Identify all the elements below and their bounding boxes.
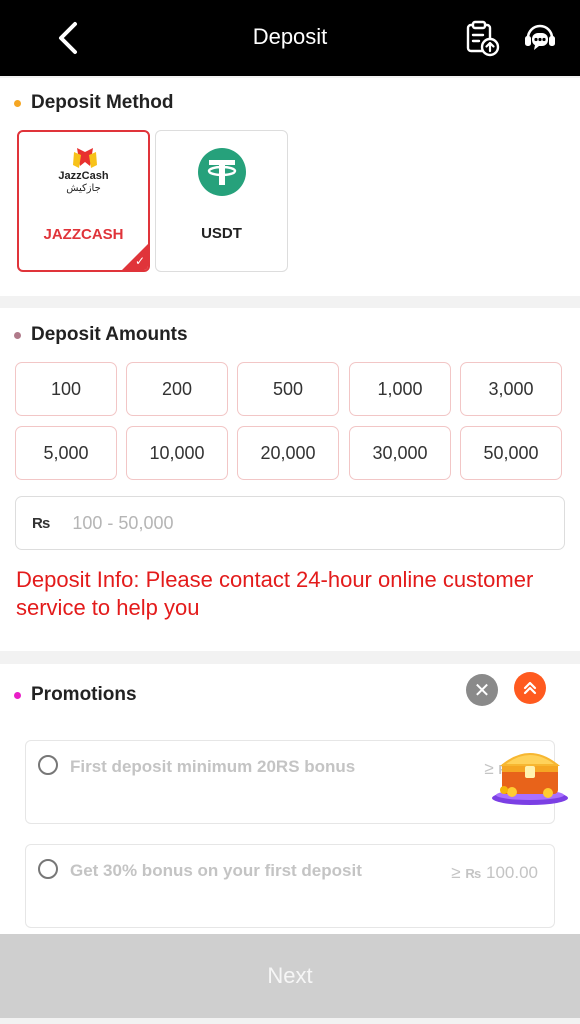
close-icon: ✕ <box>473 679 491 702</box>
deposit-amounts-section: Deposit Amounts 100 200 500 1,000 3,000 … <box>0 308 580 651</box>
customer-service-button[interactable] <box>520 18 560 58</box>
currency-symbol: ₨ <box>465 866 482 881</box>
bottom-strip <box>0 1018 580 1024</box>
bullet-dot <box>14 691 21 699</box>
method-name: JAZZCASH <box>43 226 124 243</box>
promotion-label: First deposit minimum 20RS bonus <box>70 757 356 776</box>
amount-option[interactable]: 50,000 <box>460 426 562 480</box>
next-button[interactable]: Next <box>0 934 580 1018</box>
double-chevron-up-icon <box>523 681 537 695</box>
clipboard-upload-icon <box>466 20 500 57</box>
promotion-item[interactable]: Get 30% bonus on your first deposit ≥ ₨ … <box>25 844 555 928</box>
amount-option[interactable]: 30,000 <box>349 426 451 480</box>
method-jazzcash[interactable]: JazzCash جازکیش JAZZCASH ✓ <box>17 130 150 272</box>
currency-symbol: ₨ <box>32 514 51 532</box>
promotion-label: Get 30% bonus on your first deposit <box>70 861 362 880</box>
section-title: Promotions <box>14 684 137 706</box>
headset-chat-icon <box>525 24 555 50</box>
method-usdt[interactable]: USDT <box>155 130 288 272</box>
deposit-method-section: Deposit Method JazzCash جازکیش JAZZCASH … <box>0 78 580 296</box>
method-title: Deposit Method <box>31 92 174 113</box>
amount-option[interactable]: 5,000 <box>15 426 117 480</box>
promotion-item[interactable]: First deposit minimum 20RS bonus ≥ ₨ 10 <box>25 740 555 824</box>
jazzcash-logo-subtext: جازکیش <box>66 183 101 194</box>
amounts-title: Deposit Amounts <box>31 324 188 345</box>
amount-option[interactable]: 100 <box>15 362 117 416</box>
method-name: USDT <box>201 225 242 242</box>
radio-button[interactable] <box>38 859 58 879</box>
min-value: 100.00 <box>486 863 538 882</box>
deposit-info-text: Deposit Info: Please contact 24-hour onl… <box>16 567 534 620</box>
amount-option[interactable]: 3,000 <box>460 362 562 416</box>
scroll-top-button[interactable] <box>514 672 546 704</box>
bullet-dot <box>14 99 21 107</box>
amount-option[interactable]: 20,000 <box>237 426 339 480</box>
amount-input[interactable] <box>72 512 513 534</box>
promotion-minimum: ≥ ₨ 100.00 <box>451 863 538 883</box>
promotions-section: Promotions ✕ First deposit minimum 20RS … <box>0 664 580 934</box>
amount-option[interactable]: 200 <box>126 362 228 416</box>
amount-option[interactable]: 10,000 <box>126 426 228 480</box>
amount-input-box: ₨ <box>15 496 565 550</box>
deposit-page: Deposit Deposit Method JazzCash جازکیش J… <box>0 0 580 1024</box>
tether-icon <box>198 148 246 196</box>
amount-option[interactable]: 500 <box>237 362 339 416</box>
section-title: Deposit Amounts <box>14 324 188 346</box>
close-button[interactable]: ✕ <box>466 674 498 706</box>
checkmark-icon: ✓ <box>134 254 145 268</box>
treasure-chest-icon[interactable] <box>490 736 570 808</box>
section-title: Deposit Method <box>14 92 174 114</box>
header-bar: Deposit <box>0 0 580 76</box>
bullet-dot <box>14 331 21 339</box>
promotions-title: Promotions <box>31 684 137 705</box>
radio-button[interactable] <box>38 755 58 775</box>
amount-option[interactable]: 1,000 <box>349 362 451 416</box>
jazzcash-logo-text: JazzCash <box>58 170 109 182</box>
deposit-record-button[interactable] <box>462 18 502 58</box>
min-prefix: ≥ <box>451 863 461 882</box>
